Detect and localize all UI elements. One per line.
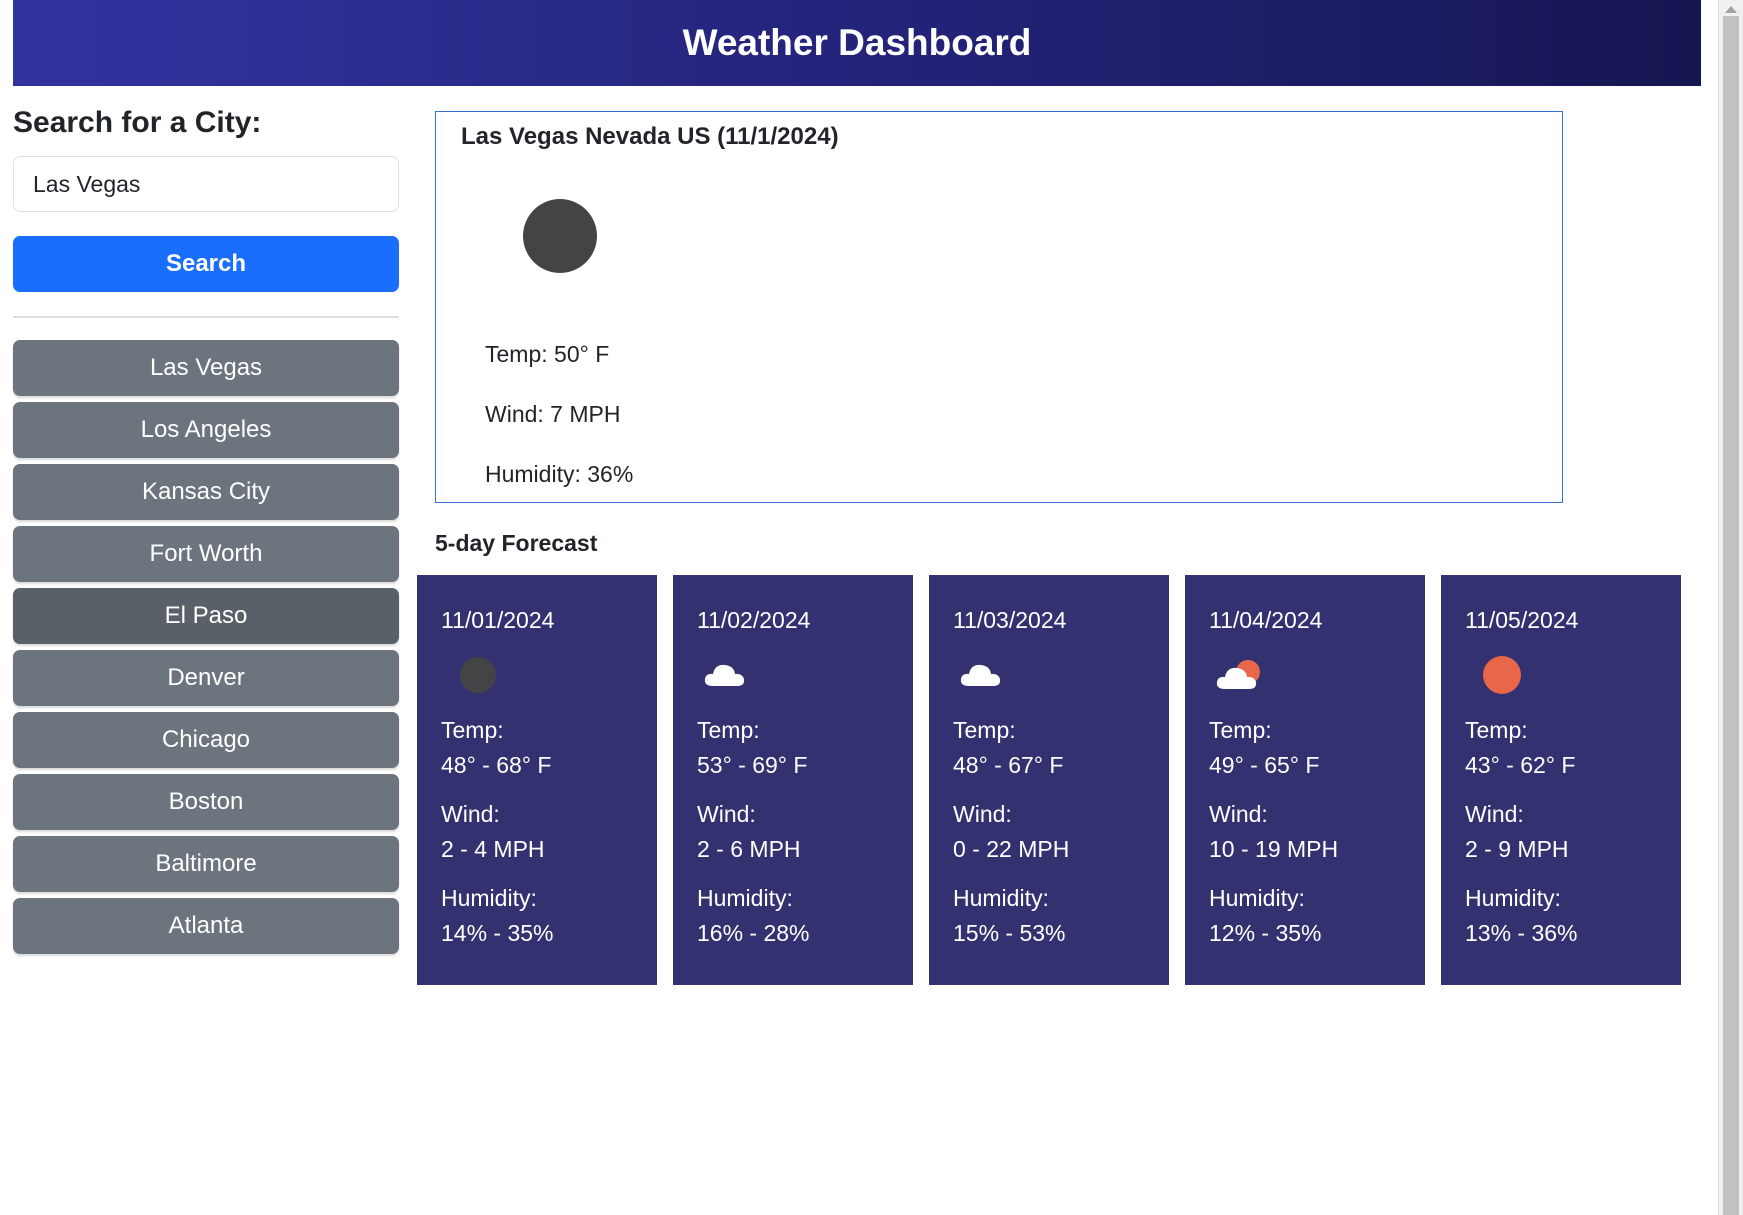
search-heading: Search for a City: (13, 106, 262, 139)
sidebar: Search for a City: Search Las Vegas Los … (13, 100, 399, 960)
city-history-list: Las Vegas Los Angeles Kansas City Fort W… (13, 340, 399, 954)
forecast-humidity-label: Humidity: (697, 885, 793, 911)
scrollbar-thumb[interactable] (1723, 16, 1739, 1215)
city-button-kansas-city[interactable]: Kansas City (13, 464, 399, 520)
forecast-cards: 11/01/2024 Temp: 48° - 68° F Wind: 2 - 4… (417, 575, 1681, 985)
cloud-icon (960, 664, 1001, 686)
current-humidity: Humidity: 36% (485, 461, 634, 487)
app-header: Weather Dashboard (13, 0, 1701, 86)
current-temp: Temp: 50° F (485, 341, 610, 367)
forecast-date: 11/01/2024 (441, 607, 555, 633)
city-button-fort-worth[interactable]: Fort Worth (13, 526, 399, 582)
moon-icon (523, 199, 597, 273)
forecast-card: 11/04/2024 Temp: 49° - 65° F Wind: 10 - … (1185, 575, 1425, 985)
forecast-temp: 43° - 62° F (1465, 752, 1576, 778)
city-button-boston[interactable]: Boston (13, 774, 399, 830)
vertical-scrollbar[interactable] (1718, 0, 1743, 1215)
forecast-card: 11/01/2024 Temp: 48° - 68° F Wind: 2 - 4… (417, 575, 657, 985)
forecast-temp-label: Temp: (953, 717, 1016, 743)
forecast-temp-label: Temp: (1209, 717, 1272, 743)
sun-icon (1483, 656, 1521, 694)
forecast-temp: 53° - 69° F (697, 752, 808, 778)
page-title: Weather Dashboard (682, 22, 1032, 63)
current-weather-title: Las Vegas Nevada US (11/1/2024) (461, 123, 839, 150)
current-weather-panel: Las Vegas Nevada US (11/1/2024) Temp: 50… (435, 111, 1563, 503)
forecast-date: 11/04/2024 (1209, 607, 1323, 633)
forecast-wind-label: Wind: (1209, 801, 1268, 827)
city-button-denver[interactable]: Denver (13, 650, 399, 706)
forecast-humidity-label: Humidity: (953, 885, 1049, 911)
forecast-humidity: 14% - 35% (441, 920, 554, 946)
city-button-los-angeles[interactable]: Los Angeles (13, 402, 399, 458)
forecast-wind: 2 - 9 MPH (1465, 836, 1569, 862)
forecast-humidity-label: Humidity: (1209, 885, 1305, 911)
forecast-humidity-label: Humidity: (1465, 885, 1561, 911)
forecast-wind-label: Wind: (441, 801, 500, 827)
forecast-humidity: 12% - 35% (1209, 920, 1322, 946)
forecast-date: 11/03/2024 (953, 607, 1067, 633)
forecast-temp-label: Temp: (1465, 717, 1528, 743)
forecast-card: 11/05/2024 Temp: 43° - 62° F Wind: 2 - 9… (1441, 575, 1681, 985)
forecast-date: 11/05/2024 (1465, 607, 1579, 633)
forecast-temp-label: Temp: (697, 717, 760, 743)
forecast-wind-label: Wind: (1465, 801, 1524, 827)
city-button-las-vegas[interactable]: Las Vegas (13, 340, 399, 396)
forecast-card: 11/03/2024 Temp: 48° - 67° F Wind: 0 - 2… (929, 575, 1169, 985)
forecast-wind-label: Wind: (697, 801, 756, 827)
city-button-atlanta[interactable]: Atlanta (13, 898, 399, 954)
forecast-wind: 10 - 19 MPH (1209, 836, 1339, 862)
forecast-card: 11/02/2024 Temp: 53° - 69° F Wind: 2 - 6… (673, 575, 913, 985)
forecast-wind: 0 - 22 MPH (953, 836, 1070, 862)
current-wind: Wind: 7 MPH (485, 401, 621, 427)
forecast-wind-label: Wind: (953, 801, 1012, 827)
scroll-up-arrow-icon[interactable] (1725, 6, 1737, 13)
forecast-heading: 5-day Forecast (435, 530, 598, 556)
city-button-el-paso[interactable]: El Paso (13, 588, 399, 644)
forecast-date: 11/02/2024 (697, 607, 811, 633)
forecast-humidity-label: Humidity: (441, 885, 537, 911)
cloud-icon (704, 664, 745, 686)
forecast-humidity: 15% - 53% (953, 920, 1066, 946)
partly-cloudy-icon (1216, 660, 1260, 689)
forecast-temp: 49° - 65° F (1209, 752, 1320, 778)
forecast-temp: 48° - 67° F (953, 752, 1064, 778)
city-search-input[interactable] (13, 156, 399, 212)
forecast-wind: 2 - 6 MPH (697, 836, 801, 862)
forecast-wind: 2 - 4 MPH (441, 836, 545, 862)
divider (13, 316, 399, 318)
city-button-baltimore[interactable]: Baltimore (13, 836, 399, 892)
moon-icon (460, 657, 496, 693)
search-button[interactable]: Search (13, 236, 399, 292)
forecast-temp-label: Temp: (441, 717, 504, 743)
forecast-temp: 48° - 68° F (441, 752, 552, 778)
forecast-humidity: 13% - 36% (1465, 920, 1578, 946)
city-button-chicago[interactable]: Chicago (13, 712, 399, 768)
forecast-humidity: 16% - 28% (697, 920, 810, 946)
